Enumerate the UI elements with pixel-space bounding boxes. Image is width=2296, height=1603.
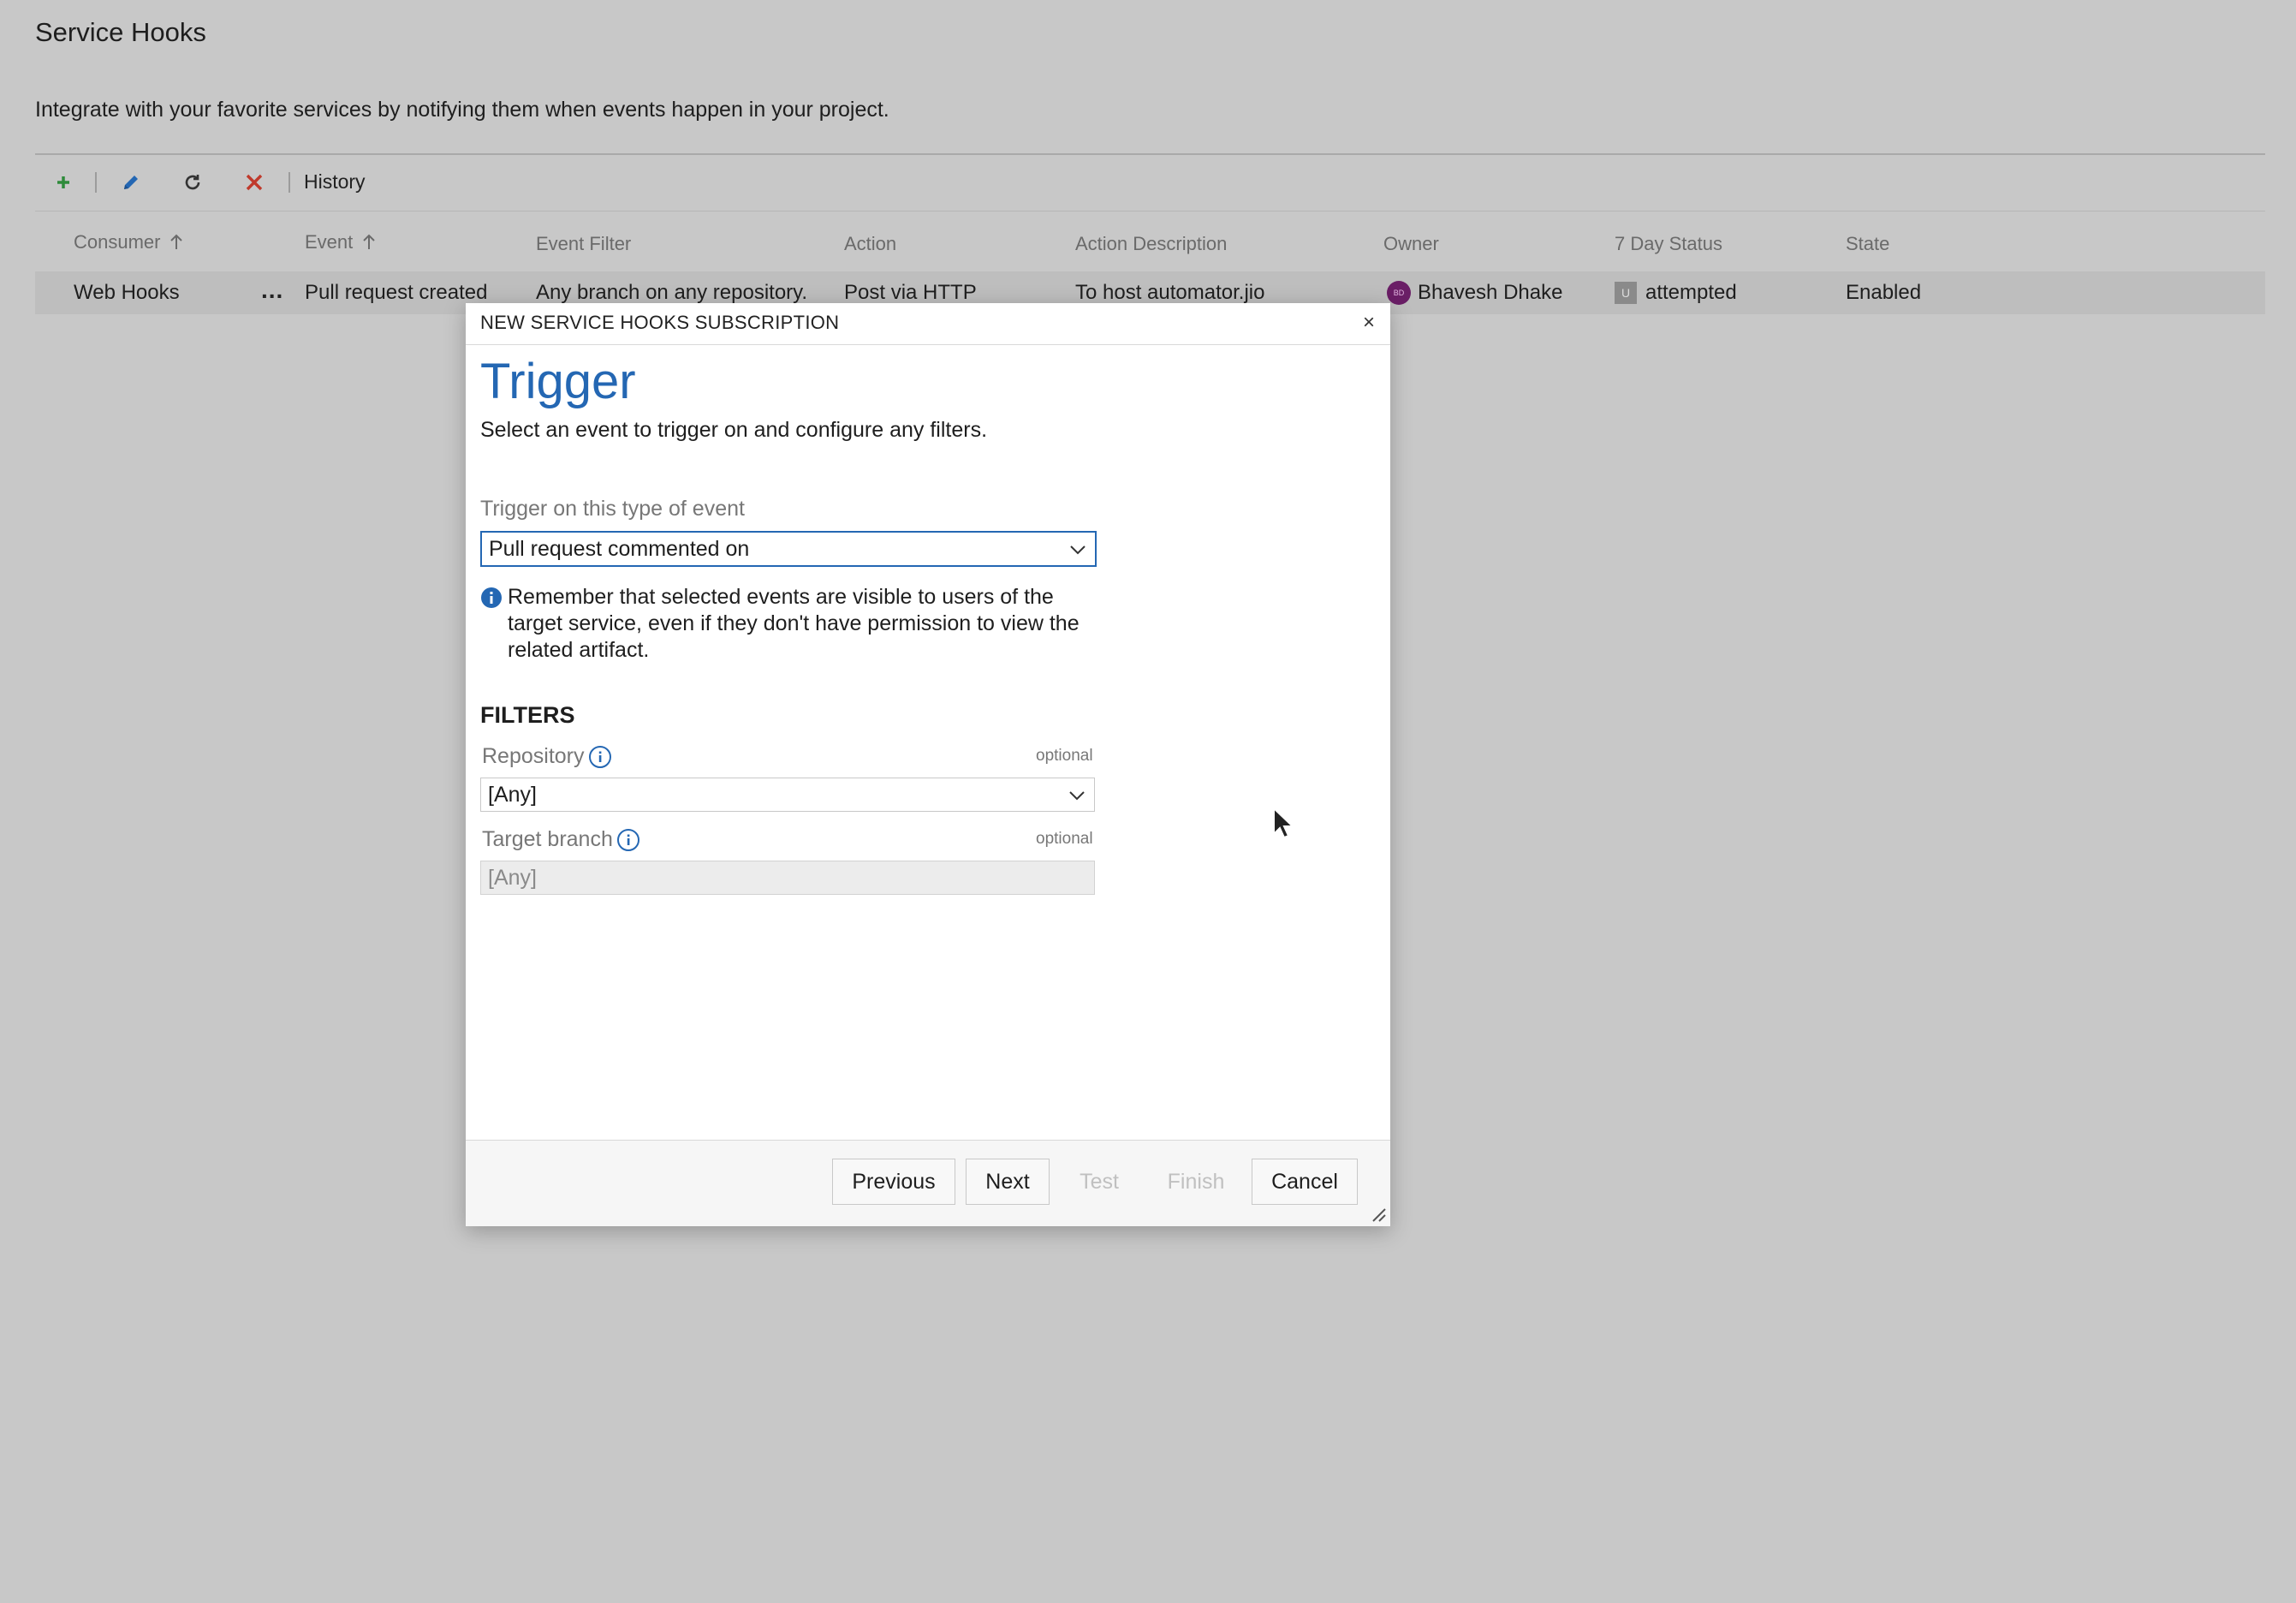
info-icon[interactable] [616, 828, 640, 852]
cell-event: Pull request created [305, 281, 488, 304]
history-button[interactable]: History [294, 170, 376, 194]
repository-value: [Any] [488, 783, 537, 807]
dialog-heading: Trigger [480, 354, 636, 409]
column-header-consumer[interactable]: Consumer [74, 231, 184, 253]
status-icon: U [1615, 282, 1637, 304]
cancel-button[interactable]: Cancel [1252, 1159, 1358, 1205]
edit-button[interactable] [100, 163, 162, 201]
column-header-owner[interactable]: Owner [1383, 233, 1439, 255]
repository-optional-label: optional [1036, 747, 1093, 765]
dialog-footer: Previous Next Test Finish Cancel [466, 1140, 1390, 1226]
delete-button[interactable] [223, 163, 285, 201]
page-description: Integrate with your favorite services by… [35, 98, 889, 122]
info-icon[interactable] [588, 745, 612, 769]
divider [35, 153, 2265, 155]
toolbar-divider [35, 211, 2265, 212]
column-header-status[interactable]: 7 Day Status [1615, 233, 1722, 255]
cell-status: U attempted [1615, 276, 1737, 310]
close-button[interactable]: × [1356, 310, 1382, 336]
repository-label: Repository [482, 744, 612, 769]
mouse-cursor-icon [1273, 807, 1294, 839]
edit-icon [124, 175, 138, 189]
delete-icon [246, 174, 263, 190]
column-header-event[interactable]: Event [305, 231, 377, 253]
test-button: Test [1060, 1159, 1139, 1205]
sort-up-icon [170, 234, 183, 249]
refresh-button[interactable] [162, 163, 223, 201]
status-text: attempted [1645, 281, 1737, 304]
target-branch-optional-label: optional [1036, 830, 1093, 848]
toolbar-separator [288, 171, 290, 193]
page-title: Service Hooks [35, 17, 206, 47]
add-icon [57, 176, 69, 188]
target-branch-label: Target branch [482, 827, 640, 852]
event-type-value: Pull request commented on [489, 537, 750, 561]
refresh-icon [185, 174, 200, 189]
dialog-header: NEW SERVICE HOOKS SUBSCRIPTION × [466, 303, 1390, 345]
info-icon [481, 587, 502, 608]
dialog-subheading: Select an event to trigger on and config… [480, 418, 988, 442]
avatar: BD [1387, 281, 1411, 305]
cell-state: Enabled [1846, 281, 1922, 304]
next-button[interactable]: Next [966, 1159, 1050, 1205]
event-type-select[interactable]: Pull request commented on [480, 531, 1097, 567]
owner-name: Bhavesh Dhake [1418, 281, 1563, 304]
cell-consumer: Web Hooks [74, 281, 180, 304]
previous-button[interactable]: Previous [832, 1159, 955, 1205]
repository-select[interactable]: [Any] [480, 778, 1095, 812]
filters-heading: FILTERS [480, 702, 575, 728]
row-menu-button[interactable]: ... [261, 276, 283, 310]
column-header-action[interactable]: Action [844, 233, 896, 255]
finish-button: Finish [1149, 1159, 1243, 1205]
add-button[interactable] [35, 163, 92, 201]
toolbar: History [35, 163, 376, 201]
new-subscription-dialog: NEW SERVICE HOOKS SUBSCRIPTION × Trigger… [466, 303, 1390, 1226]
column-header-state[interactable]: State [1846, 233, 1889, 255]
chevron-down-icon [1070, 545, 1086, 555]
column-header-event-filter[interactable]: Event Filter [536, 233, 631, 255]
resize-handle-icon[interactable] [1370, 1206, 1387, 1223]
info-note: Remember that selected events are visibl… [480, 584, 1097, 664]
dialog-title: NEW SERVICE HOOKS SUBSCRIPTION [480, 312, 840, 333]
event-type-label: Trigger on this type of event [480, 497, 745, 521]
cell-owner: BD Bhavesh Dhake [1387, 276, 1562, 310]
target-branch-input: [Any] [480, 861, 1095, 895]
target-branch-value: [Any] [488, 866, 537, 890]
toolbar-separator [95, 171, 97, 193]
chevron-down-icon [1069, 791, 1085, 801]
sort-up-icon [363, 234, 375, 249]
info-note-text: Remember that selected events are visibl… [508, 585, 1080, 662]
column-header-action-description[interactable]: Action Description [1075, 233, 1227, 255]
